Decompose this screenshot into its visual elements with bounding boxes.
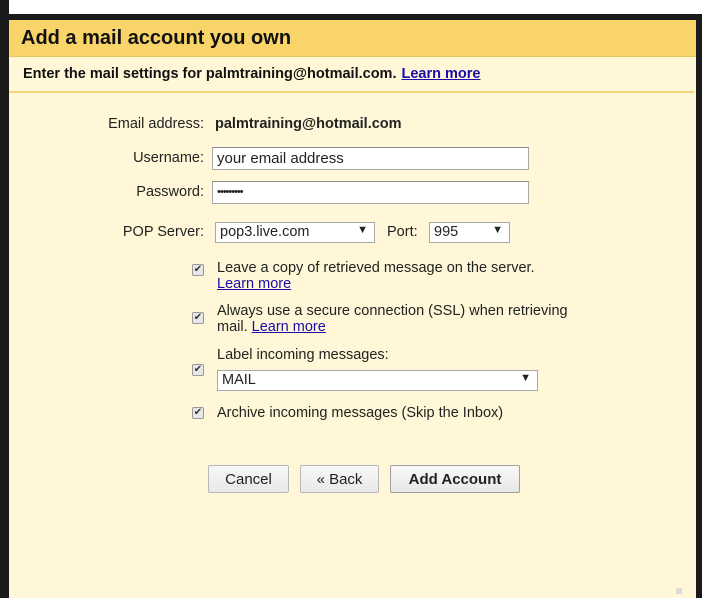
- dialog-subtitle: Enter the mail settings for palmtraining…: [9, 57, 694, 93]
- label-incoming-checkbox[interactable]: ✔: [192, 364, 204, 376]
- pop-server-value: pop3.live.com: [220, 224, 310, 240]
- email-label: Email address:: [108, 116, 204, 132]
- leave-copy-checkbox[interactable]: ✔: [192, 264, 204, 276]
- cancel-button[interactable]: Cancel: [208, 465, 289, 493]
- leave-copy-text: Leave a copy of retrieved message on the…: [217, 260, 535, 276]
- password-label: Password:: [136, 184, 204, 200]
- learn-more-link-leave-copy[interactable]: Learn more: [217, 276, 291, 292]
- username-input[interactable]: your email address: [212, 147, 529, 170]
- password-input[interactable]: •••••••••: [212, 181, 529, 204]
- window-border-left: [0, 0, 9, 598]
- top-bar: [0, 0, 702, 14]
- port-label: Port:: [387, 224, 418, 240]
- add-account-button[interactable]: Add Account: [390, 465, 520, 493]
- leave-copy-option: Leave a copy of retrieved message on the…: [217, 260, 677, 292]
- pop-server-label: POP Server:: [122, 224, 204, 240]
- window-border-right: [696, 14, 702, 598]
- email-row: Email address: palmtraining@hotmail.com: [9, 116, 696, 136]
- label-select-value: MAIL: [222, 372, 256, 388]
- username-label: Username:: [133, 150, 204, 166]
- port-select[interactable]: 995 ▼: [429, 222, 510, 243]
- pop-server-row: POP Server: pop3.live.com ▼ Port: 995 ▼: [9, 222, 696, 244]
- password-row: Password: •••••••••: [9, 181, 696, 205]
- add-mail-account-dialog: Add a mail account you own Enter the mai…: [9, 20, 696, 598]
- chevron-down-icon: ▼: [520, 372, 531, 384]
- ssl-checkbox[interactable]: ✔: [192, 312, 204, 324]
- pop-server-select[interactable]: pop3.live.com ▼: [215, 222, 375, 243]
- back-button[interactable]: « Back: [300, 465, 379, 493]
- archive-checkbox[interactable]: ✔: [192, 407, 204, 419]
- subtitle-text: Enter the mail settings for palmtraining…: [23, 66, 397, 82]
- ssl-text-line2: mail.: [217, 319, 248, 335]
- learn-more-link-header[interactable]: Learn more: [401, 66, 480, 82]
- ssl-option: Always use a secure connection (SSL) whe…: [217, 303, 687, 335]
- ssl-text-line1: Always use a secure connection (SSL) whe…: [217, 303, 568, 319]
- chevron-down-icon: ▼: [357, 224, 368, 236]
- learn-more-link-ssl[interactable]: Learn more: [252, 319, 326, 335]
- username-row: Username: your email address: [9, 147, 696, 171]
- chevron-down-icon: ▼: [492, 224, 503, 236]
- dialog-title: Add a mail account you own: [9, 20, 696, 57]
- port-value: 995: [434, 224, 459, 240]
- email-value: palmtraining@hotmail.com: [215, 116, 402, 132]
- label-incoming-text: Label incoming messages:: [217, 347, 389, 363]
- archive-text: Archive incoming messages (Skip the Inbo…: [217, 405, 504, 421]
- resize-handle: [676, 588, 682, 594]
- label-select[interactable]: MAIL ▼: [217, 370, 538, 391]
